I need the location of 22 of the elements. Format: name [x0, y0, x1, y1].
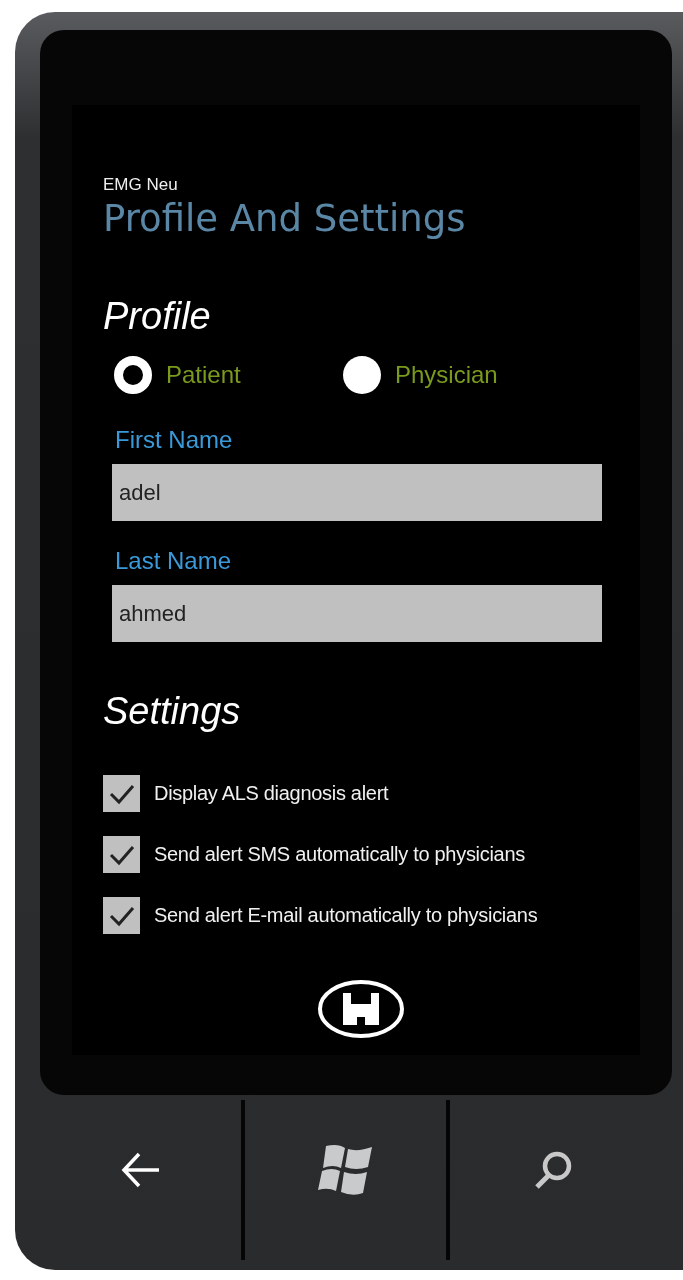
checkbox-label: Send alert E-mail automatically to physicians: [154, 904, 538, 927]
checkbox[interactable]: [103, 775, 140, 812]
back-arrow-icon[interactable]: [120, 1150, 161, 1190]
radio-label: Physician: [395, 361, 498, 389]
radio-button[interactable]: [114, 356, 152, 394]
section-heading: Settings: [103, 690, 241, 733]
checkbox[interactable]: [103, 836, 140, 873]
checkbox-label: Send alert SMS automatically to physicians: [154, 843, 525, 866]
check-icon: [108, 782, 135, 805]
input-field[interactable]: ahmed: [112, 585, 602, 642]
field-label: First Name: [115, 426, 233, 454]
field-label: Last Name: [115, 547, 232, 575]
check-icon: [108, 904, 135, 927]
radio-label: Patient: [166, 361, 241, 389]
section-heading: Profile: [103, 295, 211, 338]
input-field[interactable]: adel: [112, 464, 602, 521]
app-name: EMG Neu: [103, 175, 179, 195]
page-title: Profile And Settings: [103, 197, 466, 240]
checkbox[interactable]: [103, 897, 140, 934]
radio-button[interactable]: [343, 356, 381, 394]
check-icon: [108, 843, 135, 866]
checkbox-label: Display ALS diagnosis alert: [154, 782, 389, 805]
